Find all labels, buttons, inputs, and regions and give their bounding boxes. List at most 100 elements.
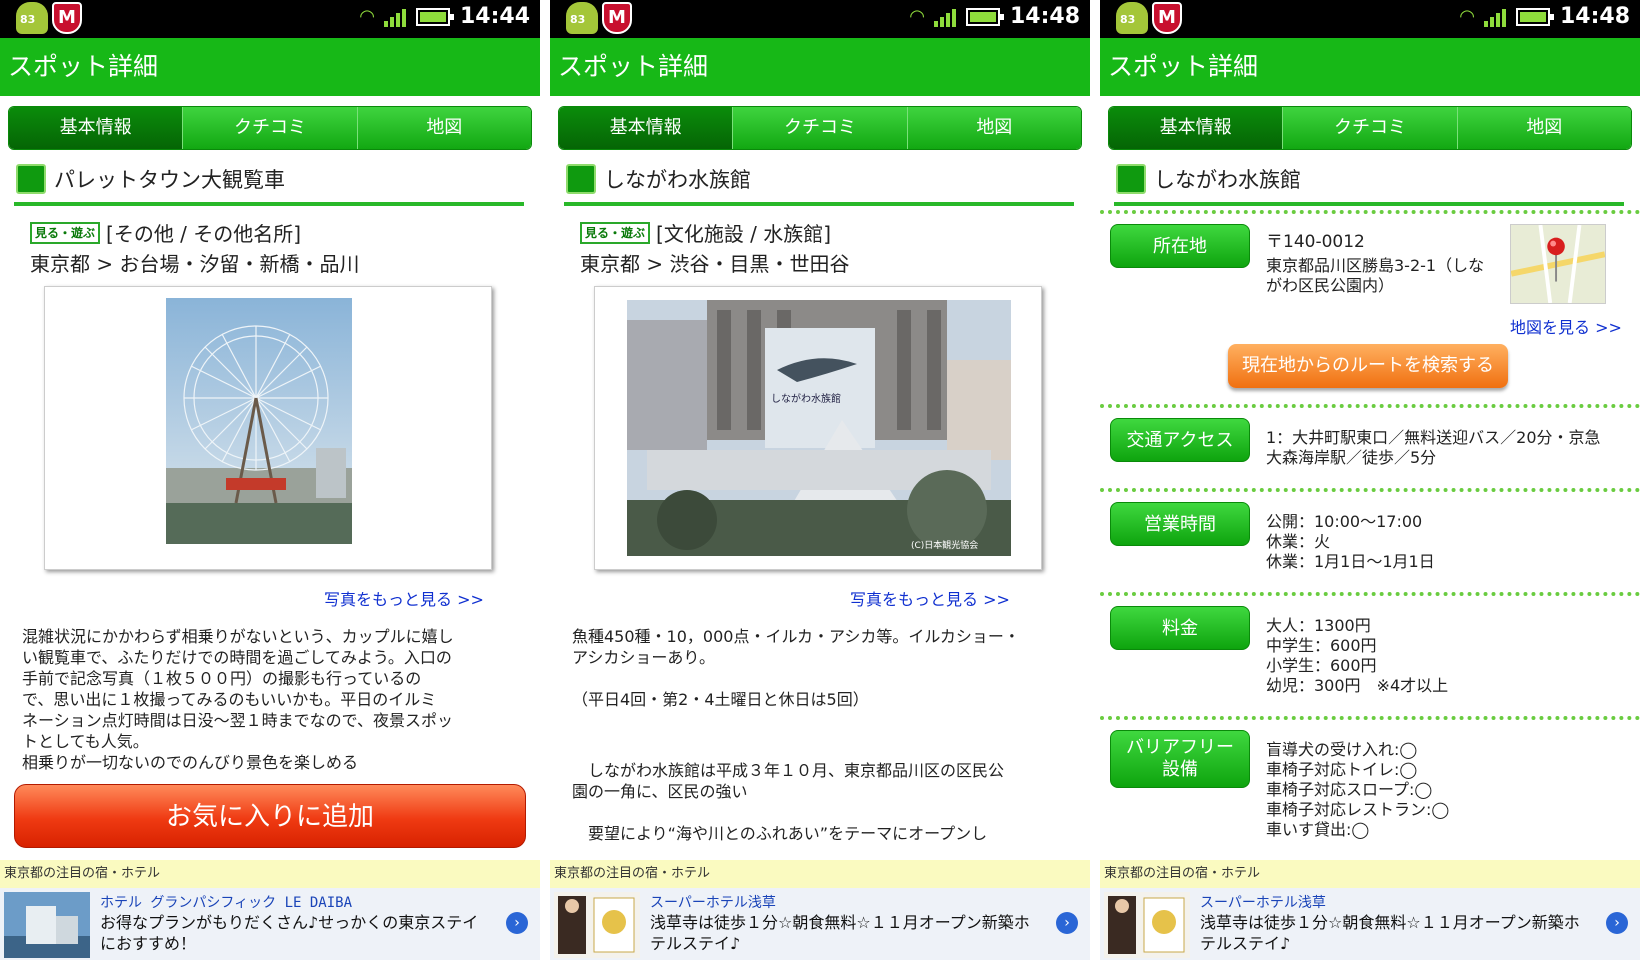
wifi-icon: ◠ xyxy=(360,6,374,27)
barrier-free-label: バリアフリー 設備 xyxy=(1110,730,1250,788)
category-row: 見る・遊ぶ [文化施設 / 水族館] xyxy=(580,218,831,247)
spot-marker-icon xyxy=(1116,164,1146,194)
tab-map[interactable]: 地図 xyxy=(1456,107,1631,149)
ad-title[interactable]: ホテル グランパシフィック LE DAIBA xyxy=(100,892,352,912)
ad-arrow-icon[interactable]: › xyxy=(1056,912,1078,934)
android-notification-icon: 83 xyxy=(1116,2,1148,34)
divider xyxy=(1100,716,1640,720)
divider xyxy=(1100,210,1640,214)
ad-text: 浅草寺は徒歩１分☆朝食無料☆１１月オープン新築ホテルステイ♪ xyxy=(1200,913,1580,953)
category-text: [文化施設 / 水族館] xyxy=(656,222,832,246)
map-thumbnail[interactable] xyxy=(1510,224,1606,304)
photo-sign: しながわ水族館 xyxy=(771,392,841,405)
ferris-wheel-photo xyxy=(166,298,352,544)
more-photos-link[interactable]: 写真をもっと見る >> xyxy=(324,586,484,610)
category-badge: 見る・遊ぶ xyxy=(30,221,101,244)
ad-text: 浅草寺は徒歩１分☆朝食無料☆１１月オープン新築ホテルステイ♪ xyxy=(650,913,1030,953)
hours-label: 営業時間 xyxy=(1110,502,1250,546)
divider xyxy=(1100,404,1640,408)
hotel-ad-banner[interactable]: 東京都の注目の宿・ホテル スーパーホテル浅草 浅草寺は徒歩１分☆朝食無料☆１１月… xyxy=(550,860,1090,960)
screen-spot-aquarium-details: 83 M ◠ 14:48 スポット詳細 基本情報 クチコミ 地図 しながわ水族館… xyxy=(1100,0,1640,960)
signal-icon xyxy=(1483,7,1506,27)
wifi-icon: ◠ xyxy=(910,6,924,27)
hotel-thumbnail xyxy=(1104,892,1190,958)
clock: 14:48 xyxy=(1009,4,1080,29)
mcafee-icon: M xyxy=(52,2,82,34)
address-label: 所在地 xyxy=(1110,224,1250,268)
hotel-ad-banner[interactable]: 東京都の注目の宿・ホテル スーパーホテル浅草 浅草寺は徒歩１分☆朝食無料☆１１月… xyxy=(1100,860,1640,960)
spot-marker-icon xyxy=(16,164,46,194)
android-notification-icon: 83 xyxy=(16,2,48,34)
hours-value: 公開：10:00～17:00 休業：火 休業：1月1日～1月1日 xyxy=(1266,512,1435,571)
page-title: スポット詳細 xyxy=(550,38,1090,96)
divider xyxy=(1100,488,1640,492)
ad-body[interactable]: スーパーホテル浅草 浅草寺は徒歩１分☆朝食無料☆１１月オープン新築ホテルステイ♪… xyxy=(1100,888,1640,960)
android-notification-icon: 83 xyxy=(566,2,598,34)
spot-header: しながわ水族館 xyxy=(564,160,1074,206)
screens-container: 83 M ◠ 14:44 スポット詳細 基本情報 クチコミ 地図 パレットタウン… xyxy=(0,0,1640,960)
spot-name: しながわ水族館 xyxy=(604,168,751,192)
more-photos-link[interactable]: 写真をもっと見る >> xyxy=(850,586,1010,610)
fee-label: 料金 xyxy=(1110,606,1250,650)
ad-header: 東京都の注目の宿・ホテル xyxy=(550,860,1090,888)
tab-bar: 基本情報 クチコミ 地図 xyxy=(8,106,532,150)
tab-bar: 基本情報 クチコミ 地図 xyxy=(1108,106,1632,150)
status-bar: 83 M ◠ 14:48 xyxy=(550,0,1090,38)
spot-header: しながわ水族館 xyxy=(1114,160,1624,206)
battery-icon xyxy=(1515,7,1554,26)
wifi-icon: ◠ xyxy=(1460,6,1474,27)
access-value: 1：大井町駅東口／無料送迎バス／20分・京急 大森海岸駅／徒歩／5分 xyxy=(1266,428,1601,467)
view-map-link[interactable]: 地図を見る >> xyxy=(1510,314,1622,338)
spot-photo-frame[interactable] xyxy=(44,286,492,570)
hotel-thumbnail xyxy=(554,892,640,958)
category-text: [その他 / その他名所] xyxy=(106,222,302,246)
tab-reviews[interactable]: クチコミ xyxy=(1282,107,1457,149)
spot-name: パレットタウン大観覧車 xyxy=(54,168,285,192)
battery-icon xyxy=(965,7,1004,26)
ad-arrow-icon[interactable]: › xyxy=(506,912,528,934)
page-title: スポット詳細 xyxy=(1100,38,1640,96)
ad-body[interactable]: ホテル グランパシフィック LE DAIBA お得なプランがもりだくさん♪せっか… xyxy=(0,888,540,960)
battery-icon xyxy=(415,7,454,26)
tab-reviews[interactable]: クチコミ xyxy=(182,107,357,149)
category-row: 見る・遊ぶ [その他 / その他名所] xyxy=(30,218,301,247)
access-label: 交通アクセス xyxy=(1110,418,1250,462)
ad-arrow-icon[interactable]: › xyxy=(1606,912,1628,934)
signal-icon xyxy=(383,7,406,27)
tab-basic-info[interactable]: 基本情報 xyxy=(9,107,183,149)
page-title: スポット詳細 xyxy=(0,38,540,96)
spot-marker-icon xyxy=(566,164,596,194)
ad-text: お得なプランがもりだくさん♪せっかくの東京ステイにおすすめ！ xyxy=(100,913,479,953)
add-favorite-button[interactable]: お気に入りに追加 xyxy=(14,784,526,848)
area-breadcrumb: 東京都 > お台場・汐留・新橋・品川 xyxy=(30,252,360,276)
signal-icon xyxy=(933,7,956,27)
ad-header: 東京都の注目の宿・ホテル xyxy=(0,860,540,888)
tab-basic-info[interactable]: 基本情報 xyxy=(1109,107,1283,149)
ad-title[interactable]: スーパーホテル浅草 xyxy=(650,892,776,912)
ad-title[interactable]: スーパーホテル浅草 xyxy=(1200,892,1326,912)
divider xyxy=(1100,592,1640,596)
screen-spot-aquarium: 83 M ◠ 14:48 スポット詳細 基本情報 クチコミ 地図 しながわ水族館… xyxy=(550,0,1090,960)
fee-value: 大人：1300円 中学生：600円 小学生：600円 幼児：300円 ※4才以上 xyxy=(1266,616,1449,695)
tab-map[interactable]: 地図 xyxy=(906,107,1081,149)
spot-description: 混雑状況にかかわらず相乗りがないという、カップルに嬉し い観覧車で、ふたりだけで… xyxy=(22,627,454,772)
status-bar: 83 M ◠ 14:44 xyxy=(0,0,540,38)
clock: 14:44 xyxy=(459,4,530,29)
tab-bar: 基本情報 クチコミ 地図 xyxy=(558,106,1082,150)
hotel-thumbnail xyxy=(4,892,90,958)
tab-reviews[interactable]: クチコミ xyxy=(732,107,907,149)
screen-spot-ferris-wheel: 83 M ◠ 14:44 スポット詳細 基本情報 クチコミ 地図 パレットタウン… xyxy=(0,0,540,960)
spot-name: しながわ水族館 xyxy=(1154,168,1301,192)
tab-map[interactable]: 地図 xyxy=(356,107,531,149)
mcafee-icon: M xyxy=(1152,2,1182,34)
ad-body[interactable]: スーパーホテル浅草 浅草寺は徒歩１分☆朝食無料☆１１月オープン新築ホテルステイ♪… xyxy=(550,888,1090,960)
tab-basic-info[interactable]: 基本情報 xyxy=(559,107,733,149)
area-breadcrumb: 東京都 > 渋谷・目黒・世田谷 xyxy=(580,252,850,276)
spot-photo-frame[interactable]: しながわ水族館 (C)日本観光協会 xyxy=(594,286,1042,570)
route-search-button[interactable]: 現在地からのルートを検索する xyxy=(1228,344,1508,388)
hotel-ad-banner[interactable]: 東京都の注目の宿・ホテル ホテル グランパシフィック LE DAIBA お得なプ… xyxy=(0,860,540,960)
ad-header: 東京都の注目の宿・ホテル xyxy=(1100,860,1640,888)
category-badge: 見る・遊ぶ xyxy=(580,221,651,244)
status-bar: 83 M ◠ 14:48 xyxy=(1100,0,1640,38)
mcafee-icon: M xyxy=(602,2,632,34)
